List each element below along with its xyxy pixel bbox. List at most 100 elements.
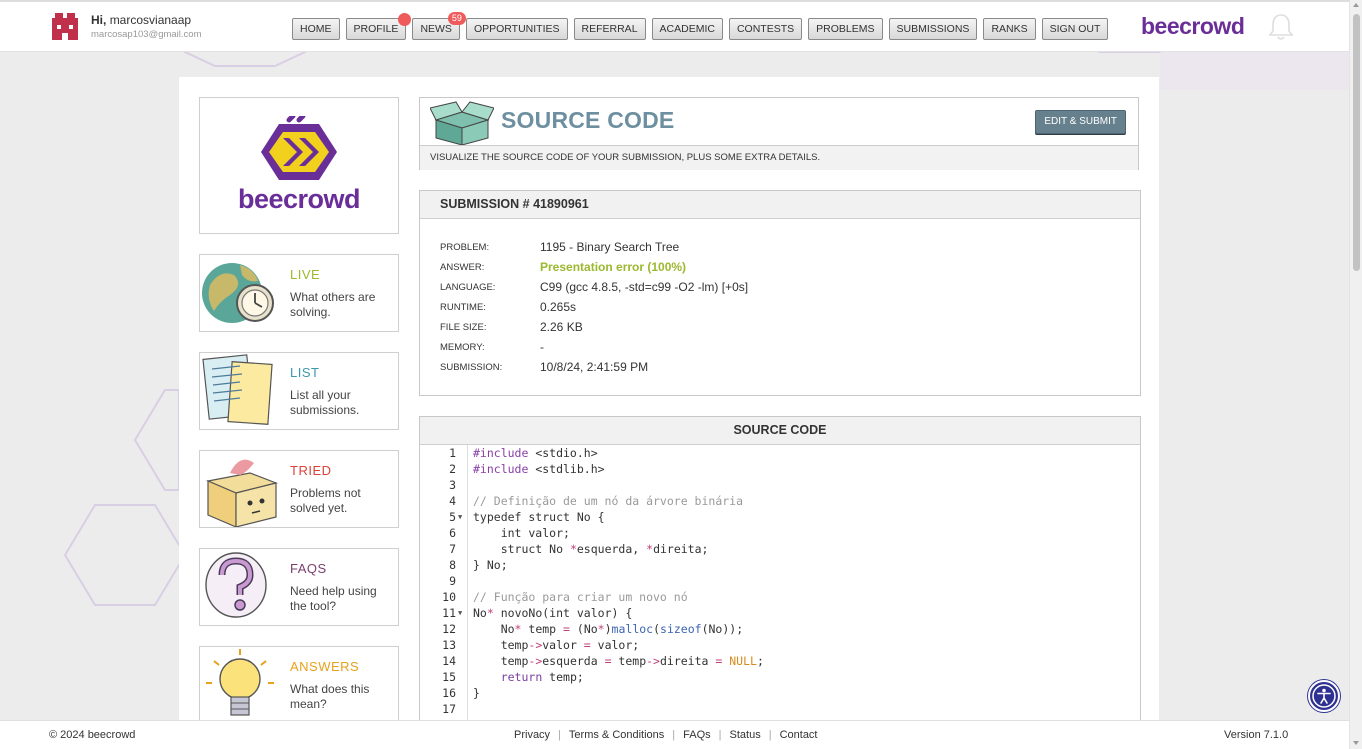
sidebar-card-desc: Problems not solved yet. <box>290 486 361 515</box>
sidebar-card-live[interactable]: LIVE What others are solving. <box>199 254 399 332</box>
nav-label: SIGN OUT <box>1049 23 1101 35</box>
nav-label: HOME <box>300 23 332 35</box>
scroll-down-icon[interactable] <box>1353 741 1359 745</box>
detail-row: ANSWER: Presentation error (100%) <box>440 257 686 277</box>
detail-value: Presentation error (100%) <box>540 260 687 274</box>
nav-referral[interactable]: REFERRAL <box>573 18 646 40</box>
open-box-icon <box>430 101 494 145</box>
separator: | <box>672 729 676 741</box>
line-number: 14 <box>442 654 456 668</box>
code-line: 14 temp->esquerda = temp->direita = NULL… <box>420 653 1140 669</box>
nav-label: CONTESTS <box>736 23 795 35</box>
detail-key: LANGUAGE: <box>440 281 496 293</box>
page-title: SOURCE CODE <box>501 107 675 133</box>
separator: | <box>558 729 561 741</box>
separator: | <box>768 729 772 741</box>
avatar[interactable] <box>49 11 81 43</box>
code-text: No* temp = (No*)malloc(sizeof(No)); <box>473 622 744 636</box>
detail-key: ANSWER: <box>440 261 485 273</box>
scrollbar-thumb[interactable] <box>1353 14 1360 271</box>
sidebar-card-tried[interactable]: TRIED Problems not solved yet. <box>199 450 399 528</box>
sidebar-card-list[interactable]: LIST List all your submissions. <box>199 352 399 430</box>
nav-label: ACADEMIC <box>659 23 715 35</box>
code-text: typedef struct No { <box>473 510 605 524</box>
detail-value: - <box>540 340 544 354</box>
code-text: // Função para criar um novo nó <box>473 590 688 604</box>
nav-label: SUBMISSIONS <box>896 23 970 35</box>
footer-link-contact[interactable]: Contact <box>780 729 818 741</box>
sidebar-card-title: ANSWERS <box>290 659 360 674</box>
source-code-panel: SOURCE CODE 1 #include <stdio.h> 2 #include… <box>419 416 1141 727</box>
accessibility-icon <box>1312 684 1336 708</box>
footer-link-faqs[interactable]: FAQs <box>683 729 711 741</box>
detail-value: 10/8/24, 2:41:59 PM <box>540 360 649 374</box>
edit-submit-button[interactable]: EDIT & SUBMIT <box>1035 110 1126 134</box>
main-nav: HOME PROFILE NEWS 59 OPPORTUNITIES REFERRAL AC… <box>292 12 1109 40</box>
nav-contests[interactable]: CONTESTS <box>728 18 803 40</box>
fold-toggle-icon[interactable]: ▼ <box>458 605 462 621</box>
detail-row: MEMORY: - <box>440 337 544 357</box>
nav-label: RANKS <box>991 23 1028 35</box>
nav-problems[interactable]: PROBLEMS <box>808 18 883 40</box>
code-text: // Definição de um nó da árvore binária <box>473 494 744 508</box>
line-number: 11 <box>442 606 456 620</box>
code-line: 8} No; <box>420 557 1140 573</box>
accessibility-button[interactable] <box>1308 680 1340 712</box>
code-text: return temp; <box>500 670 584 684</box>
nav-academic[interactable]: ACADEMIC <box>651 18 723 40</box>
nav-submissions[interactable]: SUBMISSIONS <box>888 18 978 40</box>
scroll-up-icon[interactable] <box>1353 3 1359 7</box>
footer-link-privacy[interactable]: Privacy <box>514 729 550 741</box>
sidebar-card-title: LIST <box>290 365 320 380</box>
page-scrollbar[interactable] <box>1349 0 1362 749</box>
sidebar-card-title: LIVE <box>290 267 321 282</box>
nav-home[interactable]: HOME <box>292 18 340 40</box>
nav-opportunities[interactable]: OPPORTUNITIES <box>465 18 568 40</box>
separator: | <box>718 729 722 741</box>
code-line: 9 <box>420 573 1140 589</box>
nav-ranks[interactable]: RANKS <box>983 18 1036 40</box>
line-number: 3 <box>449 478 456 492</box>
code-line: 10 // Função para criar um novo nó <box>420 589 1140 605</box>
nav-label: PROBLEMS <box>816 23 875 35</box>
detail-value: 0.265s <box>540 300 577 314</box>
sidebar-card-desc: List all your submissions. <box>290 388 360 417</box>
nav-profile[interactable]: PROFILE <box>345 13 412 40</box>
footer-link-status[interactable]: Status <box>730 729 761 741</box>
username[interactable]: marcosvianaap <box>110 13 191 27</box>
sidebar-card-faqs[interactable]: FAQS Need help using the tool? <box>199 548 399 626</box>
page-subtitle: VISUALIZE THE SOURCE CODE OF YOUR SUBMIS… <box>420 145 1138 170</box>
code-text: struct No *esquerda, *direita; <box>473 542 709 556</box>
sidebar-card-answers[interactable]: ANSWERS What does this mean? <box>199 646 399 724</box>
detail-value: C99 (gcc 4.8.5, -std=c99 -O2 -lm) [+0s] <box>540 280 749 294</box>
footer-links: Privacy | Terms & Conditions | FAQs | Status | C… <box>514 729 818 741</box>
top-bar: Hi, marcosvianaap marcosap103@gmail.com … <box>0 0 1349 52</box>
brand-logo[interactable]: beecrowd <box>1141 13 1245 40</box>
sidebar-logo[interactable]: beecrowd <box>199 97 399 234</box>
code-line: 16} <box>420 685 1140 701</box>
code-text: } No; <box>473 558 508 572</box>
source-code-title: SOURCE CODE <box>420 417 1140 445</box>
code-line: 7 struct No *esquerda, *direita; <box>420 541 1140 557</box>
line-number: 2 <box>449 462 456 476</box>
detail-key: FILE SIZE: <box>440 321 487 333</box>
main-content: beecrowd LIVE What others are solving. L… <box>179 77 1159 727</box>
sidebar-card-desc: Need help using the tool? <box>290 584 377 613</box>
detail-value: 1195 - Binary Search Tree <box>540 240 680 254</box>
footer-link-terms-conditions[interactable]: Terms & Conditions <box>569 729 664 741</box>
footer: © 2024 beecrowd Privacy | Terms & Conditio… <box>0 720 1349 749</box>
line-number: 1 <box>449 446 456 460</box>
line-number: 6 <box>449 526 456 540</box>
line-number: 4 <box>449 494 456 508</box>
code-editor[interactable]: 1 #include <stdio.h> 2 #include <stdlib.h> 3… <box>420 445 1140 726</box>
nav-news[interactable]: NEWS 59 <box>412 12 466 40</box>
box-icon <box>205 459 278 527</box>
line-number: 10 <box>442 590 456 604</box>
fold-toggle-icon[interactable]: ▼ <box>458 509 462 525</box>
news-count-badge: 59 <box>447 12 466 25</box>
detail-row: SUBMISSION: 10/8/24, 2:41:59 PM <box>440 357 648 377</box>
bell-icon[interactable] <box>1267 12 1295 42</box>
detail-row: FILE SIZE: 2.26 KB <box>440 317 583 337</box>
nav-sign-out[interactable]: SIGN OUT <box>1041 18 1109 40</box>
code-line: 13 temp->valor = valor; <box>420 637 1140 653</box>
